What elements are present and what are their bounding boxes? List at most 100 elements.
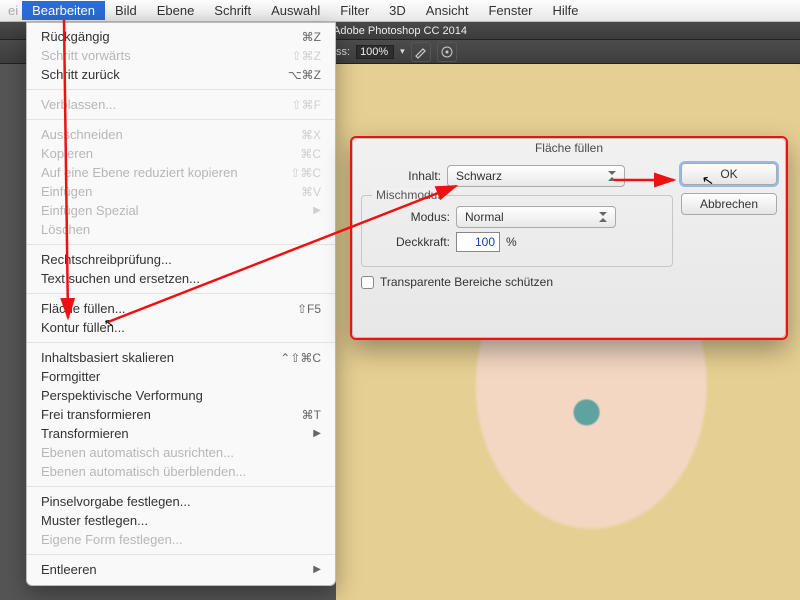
menubar-item[interactable]: Hilfe <box>543 1 589 20</box>
ok-button[interactable]: OK <box>681 163 777 185</box>
menu-item-label: Eigene Form festlegen... <box>41 532 183 547</box>
menu-item: Ebenen automatisch ausrichten... <box>27 443 335 462</box>
menu-item-label: Rückgängig <box>41 29 110 44</box>
menu-item: Verblassen...⇧⌘F <box>27 95 335 114</box>
menubar-item[interactable]: Auswahl <box>261 1 330 20</box>
mode-value: Normal <box>465 210 504 224</box>
menu-item[interactable]: Rückgängig ⌘Z <box>27 27 335 46</box>
menu-item-label: Inhaltsbasiert skalieren <box>41 350 174 365</box>
menubar-item[interactable]: Filter <box>330 1 379 20</box>
menu-item-label: Text suchen und ersetzen... <box>41 271 200 286</box>
edit-menu-dropdown: Rückgängig ⌘Z Schritt vorwärts ⇧⌘Z Schritt z… <box>26 22 336 586</box>
menu-item-label: Einfügen <box>41 184 92 199</box>
menu-item-label: Schritt vorwärts <box>41 48 131 63</box>
chevron-down-icon[interactable]: ▾ <box>400 46 405 57</box>
menu-item-shortcut: ⌘T <box>302 408 321 422</box>
menubar-item[interactable]: 3D <box>379 1 416 20</box>
mode-select[interactable]: Normal <box>456 206 616 228</box>
opacity-value[interactable]: 100% <box>356 45 394 59</box>
menu-item: Ebenen automatisch überblenden... <box>27 462 335 481</box>
airbrush-icon[interactable] <box>437 42 457 62</box>
menu-item[interactable]: Entleeren ▶ <box>27 560 335 579</box>
menu-item-shortcut: ⌥⌘Z <box>288 68 321 82</box>
menubar-prefix: ei <box>8 1 22 20</box>
menu-separator <box>27 89 335 90</box>
menu-item: Auf eine Ebene reduziert kopieren ⇧⌘C <box>27 163 335 182</box>
menu-item-label: Verblassen... <box>41 97 116 112</box>
menubar-item[interactable]: Bearbeiten <box>22 1 105 20</box>
opacity-input[interactable] <box>456 232 500 252</box>
menu-item-label: Frei transformieren <box>41 407 151 422</box>
menu-separator <box>27 244 335 245</box>
menu-item-shortcut: ⇧⌘Z <box>292 49 321 63</box>
menu-item-label: Ebenen automatisch überblenden... <box>41 464 246 479</box>
menu-item[interactable]: Text suchen und ersetzen... <box>27 269 335 288</box>
content-value: Schwarz <box>456 169 502 183</box>
blend-legend: Mischmodus <box>372 188 447 202</box>
menu-item-label: Kontur füllen... <box>41 320 125 335</box>
menu-item[interactable]: Schritt zurück ⌥⌘Z <box>27 65 335 84</box>
menu-item[interactable]: Formgitter <box>27 367 335 386</box>
menu-item: Ausschneiden ⌘X <box>27 125 335 144</box>
menu-item[interactable]: Perspektivische Verformung <box>27 386 335 405</box>
opacity-label: Deckkraft: <box>370 235 450 249</box>
menubar-item[interactable]: Bild <box>105 1 147 20</box>
menu-item[interactable]: Kontur füllen... <box>27 318 335 337</box>
menu-item[interactable]: Pinselvorgabe festlegen... <box>27 492 335 511</box>
menu-item-label: Löschen <box>41 222 90 237</box>
menu-item[interactable]: Frei transformieren ⌘T <box>27 405 335 424</box>
menu-item-label: Pinselvorgabe festlegen... <box>41 494 191 509</box>
content-select[interactable]: Schwarz <box>447 165 625 187</box>
menu-separator <box>27 293 335 294</box>
dialog-title: Fläche füllen <box>353 139 785 159</box>
content-label: Inhalt: <box>361 169 441 183</box>
menu-item-label: Fläche füllen... <box>41 301 126 316</box>
menu-item-shortcut: ⇧⌘C <box>290 166 321 180</box>
preserve-transparency-checkbox[interactable] <box>361 276 374 289</box>
menu-item-shortcut: ⌘C <box>300 147 321 161</box>
fill-dialog: Fläche füllen Inhalt: Schwarz Mischmodus… <box>350 136 788 340</box>
menu-item-label: Schritt zurück <box>41 67 120 82</box>
menu-item-label: Auf eine Ebene reduziert kopieren <box>41 165 238 180</box>
menu-item[interactable]: Transformieren ▶ <box>27 424 335 443</box>
menu-item: Eigene Form festlegen... <box>27 530 335 549</box>
menubar-item[interactable]: Schrift <box>204 1 261 20</box>
menu-item-label: Einfügen Spezial <box>41 203 139 218</box>
menu-item: Einfügen Spezial ▶ <box>27 201 335 220</box>
mode-label: Modus: <box>370 210 450 224</box>
menu-separator <box>27 342 335 343</box>
menubar-item[interactable]: Ebene <box>147 1 205 20</box>
menu-item-label: Transformieren <box>41 426 129 441</box>
submenu-arrow-icon: ▶ <box>313 564 321 575</box>
menu-item-label: Ebenen automatisch ausrichten... <box>41 445 234 460</box>
menu-item: Löschen <box>27 220 335 239</box>
submenu-arrow-icon: ▶ <box>313 205 321 216</box>
menu-item: Schritt vorwärts ⇧⌘Z <box>27 46 335 65</box>
menu-item[interactable]: Inhaltsbasiert skalieren ⌃⇧⌘C <box>27 348 335 367</box>
menu-item[interactable]: Muster festlegen... <box>27 511 335 530</box>
submenu-arrow-icon: ▶ <box>313 428 321 439</box>
menu-item-shortcut: ⌘Z <box>302 30 321 44</box>
menu-item-shortcut: ⌘V <box>301 185 321 199</box>
menu-item-shortcut: ⌘X <box>301 128 321 142</box>
opacity-label: ss: <box>336 46 350 58</box>
cancel-button[interactable]: Abbrechen <box>681 193 777 215</box>
menu-separator <box>27 554 335 555</box>
menu-item-label: Formgitter <box>41 369 100 384</box>
preserve-transparency-label: Transparente Bereiche schützen <box>380 275 553 289</box>
menu-item[interactable]: Rechtschreibprüfung... <box>27 250 335 269</box>
menu-item-label: Muster festlegen... <box>41 513 148 528</box>
menu-separator <box>27 119 335 120</box>
menu-item-shortcut: ⇧F5 <box>297 302 321 316</box>
menu-item: Kopieren⌘C <box>27 144 335 163</box>
menu-item-shortcut: ⌃⇧⌘C <box>280 351 321 365</box>
menu-item-label: Entleeren <box>41 562 97 577</box>
menu-separator <box>27 486 335 487</box>
menu-item-label: Ausschneiden <box>41 127 123 142</box>
menubar-item[interactable]: Ansicht <box>416 1 479 20</box>
menubar-item[interactable]: Fenster <box>478 1 542 20</box>
brush-pressure-icon[interactable] <box>411 42 431 62</box>
menu-item-label: Perspektivische Verformung <box>41 388 203 403</box>
menu-item-label: Rechtschreibprüfung... <box>41 252 172 267</box>
menu-item[interactable]: Fläche füllen... ⇧F5 <box>27 299 335 318</box>
